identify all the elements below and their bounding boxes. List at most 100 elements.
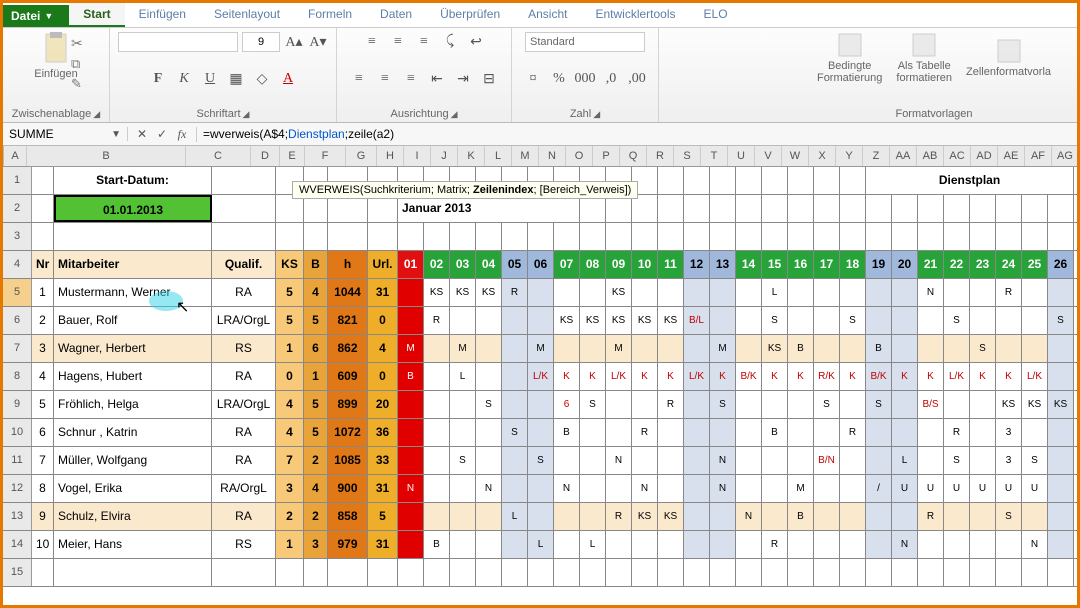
cell[interactable] [32,167,54,194]
cell-day[interactable]: L [762,279,788,306]
italic-button[interactable]: K [174,69,194,89]
cell-b[interactable]: 3 [304,531,328,558]
cell-ks[interactable]: 5 [276,279,304,306]
column-header[interactable]: D [251,146,280,166]
cell-day[interactable]: M [528,335,554,362]
increase-decimal-icon[interactable]: ,0 [601,69,621,89]
cell-day[interactable] [1022,503,1048,530]
cell[interactable] [840,223,866,250]
cell-day[interactable] [502,335,528,362]
cell-day[interactable]: S [970,335,996,362]
cell-day[interactable] [814,475,840,502]
cell-day[interactable]: B [788,335,814,362]
cell-day[interactable] [502,363,528,390]
file-tab[interactable]: Datei ▼ [3,5,69,27]
cell-day[interactable]: R [424,307,450,334]
col-day-06[interactable]: 06 [528,251,554,278]
col-day-14[interactable]: 14 [736,251,762,278]
col-day-03[interactable]: 03 [450,251,476,278]
cell-day[interactable] [814,335,840,362]
cell[interactable] [528,559,554,586]
cell-day[interactable] [528,279,554,306]
cell[interactable] [276,195,304,222]
col-ks[interactable]: KS [276,251,304,278]
cell-day[interactable] [398,307,424,334]
column-header[interactable]: AE [998,146,1025,166]
cell-day[interactable] [840,475,866,502]
cell-day[interactable]: B/N [814,447,840,474]
cell-day[interactable]: N [632,475,658,502]
cell[interactable] [368,223,398,250]
cell[interactable] [368,195,398,222]
cell-name[interactable]: Hagens, Hubert [54,363,212,390]
cell-day[interactable] [840,335,866,362]
cell-nr[interactable]: 6 [32,419,54,446]
tab-formeln[interactable]: Formeln [294,3,366,27]
cell-day[interactable] [736,307,762,334]
cell[interactable] [580,559,606,586]
cell-day[interactable]: L/K [528,363,554,390]
cell[interactable] [304,559,328,586]
cell-day[interactable] [606,475,632,502]
cell-h[interactable]: 900 [328,475,368,502]
cell-day[interactable]: K [710,363,736,390]
cell[interactable] [32,223,54,250]
cell-day[interactable] [476,531,502,558]
col-day-11[interactable]: 11 [658,251,684,278]
cell[interactable] [528,223,554,250]
cell-day[interactable] [710,419,736,446]
cell[interactable] [892,223,918,250]
cell-day[interactable]: S [944,447,970,474]
cell-qualif[interactable]: LRA/OrgL [212,391,276,418]
cell-day[interactable] [736,447,762,474]
cell-url[interactable]: 33 [368,447,398,474]
cell-day[interactable]: KS [554,307,580,334]
font-color-button[interactable]: A [278,69,298,89]
cell-day[interactable]: R [840,419,866,446]
cell-day[interactable] [684,475,710,502]
cell-day[interactable]: S [580,391,606,418]
cell-day[interactable] [788,531,814,558]
cell[interactable] [304,195,328,222]
cell[interactable] [684,195,710,222]
cell[interactable] [658,223,684,250]
cell-b[interactable]: 5 [304,391,328,418]
cell-day[interactable] [502,531,528,558]
cell[interactable] [328,195,368,222]
cell-day[interactable] [788,307,814,334]
cell-styles-button[interactable]: Zellenformatvorla [966,38,1051,78]
cell-day[interactable]: L/K [684,363,710,390]
cell[interactable] [814,559,840,586]
cell-day[interactable]: M [398,335,424,362]
align-center-icon[interactable]: ≡ [375,69,395,89]
cell-day[interactable]: KS [424,279,450,306]
tab-seitenlayout[interactable]: Seitenlayout [200,3,294,27]
cell[interactable] [710,195,736,222]
cell[interactable] [606,223,632,250]
cell[interactable] [580,223,606,250]
cell-day[interactable] [866,531,892,558]
cell-day[interactable]: S [450,447,476,474]
decrease-font-icon[interactable]: A▾ [308,32,328,52]
cell[interactable] [32,195,54,222]
cell-b[interactable]: 2 [304,503,328,530]
cell[interactable] [606,559,632,586]
cell-day[interactable] [554,335,580,362]
cell[interactable] [398,559,424,586]
cell[interactable] [328,223,368,250]
cell-day[interactable] [450,391,476,418]
column-header[interactable]: Y [836,146,863,166]
cell-day[interactable]: N [918,279,944,306]
cell-day[interactable]: R [658,391,684,418]
cell-nr[interactable]: 5 [32,391,54,418]
cell-day[interactable]: U [944,475,970,502]
cell-day[interactable] [788,447,814,474]
column-header[interactable]: G [346,146,377,166]
cell-day[interactable] [710,503,736,530]
col-day-10[interactable]: 10 [632,251,658,278]
cell-day[interactable] [580,335,606,362]
cell-day[interactable] [684,503,710,530]
cell-day[interactable] [684,531,710,558]
cell-url[interactable]: 36 [368,419,398,446]
cell-day[interactable] [554,503,580,530]
